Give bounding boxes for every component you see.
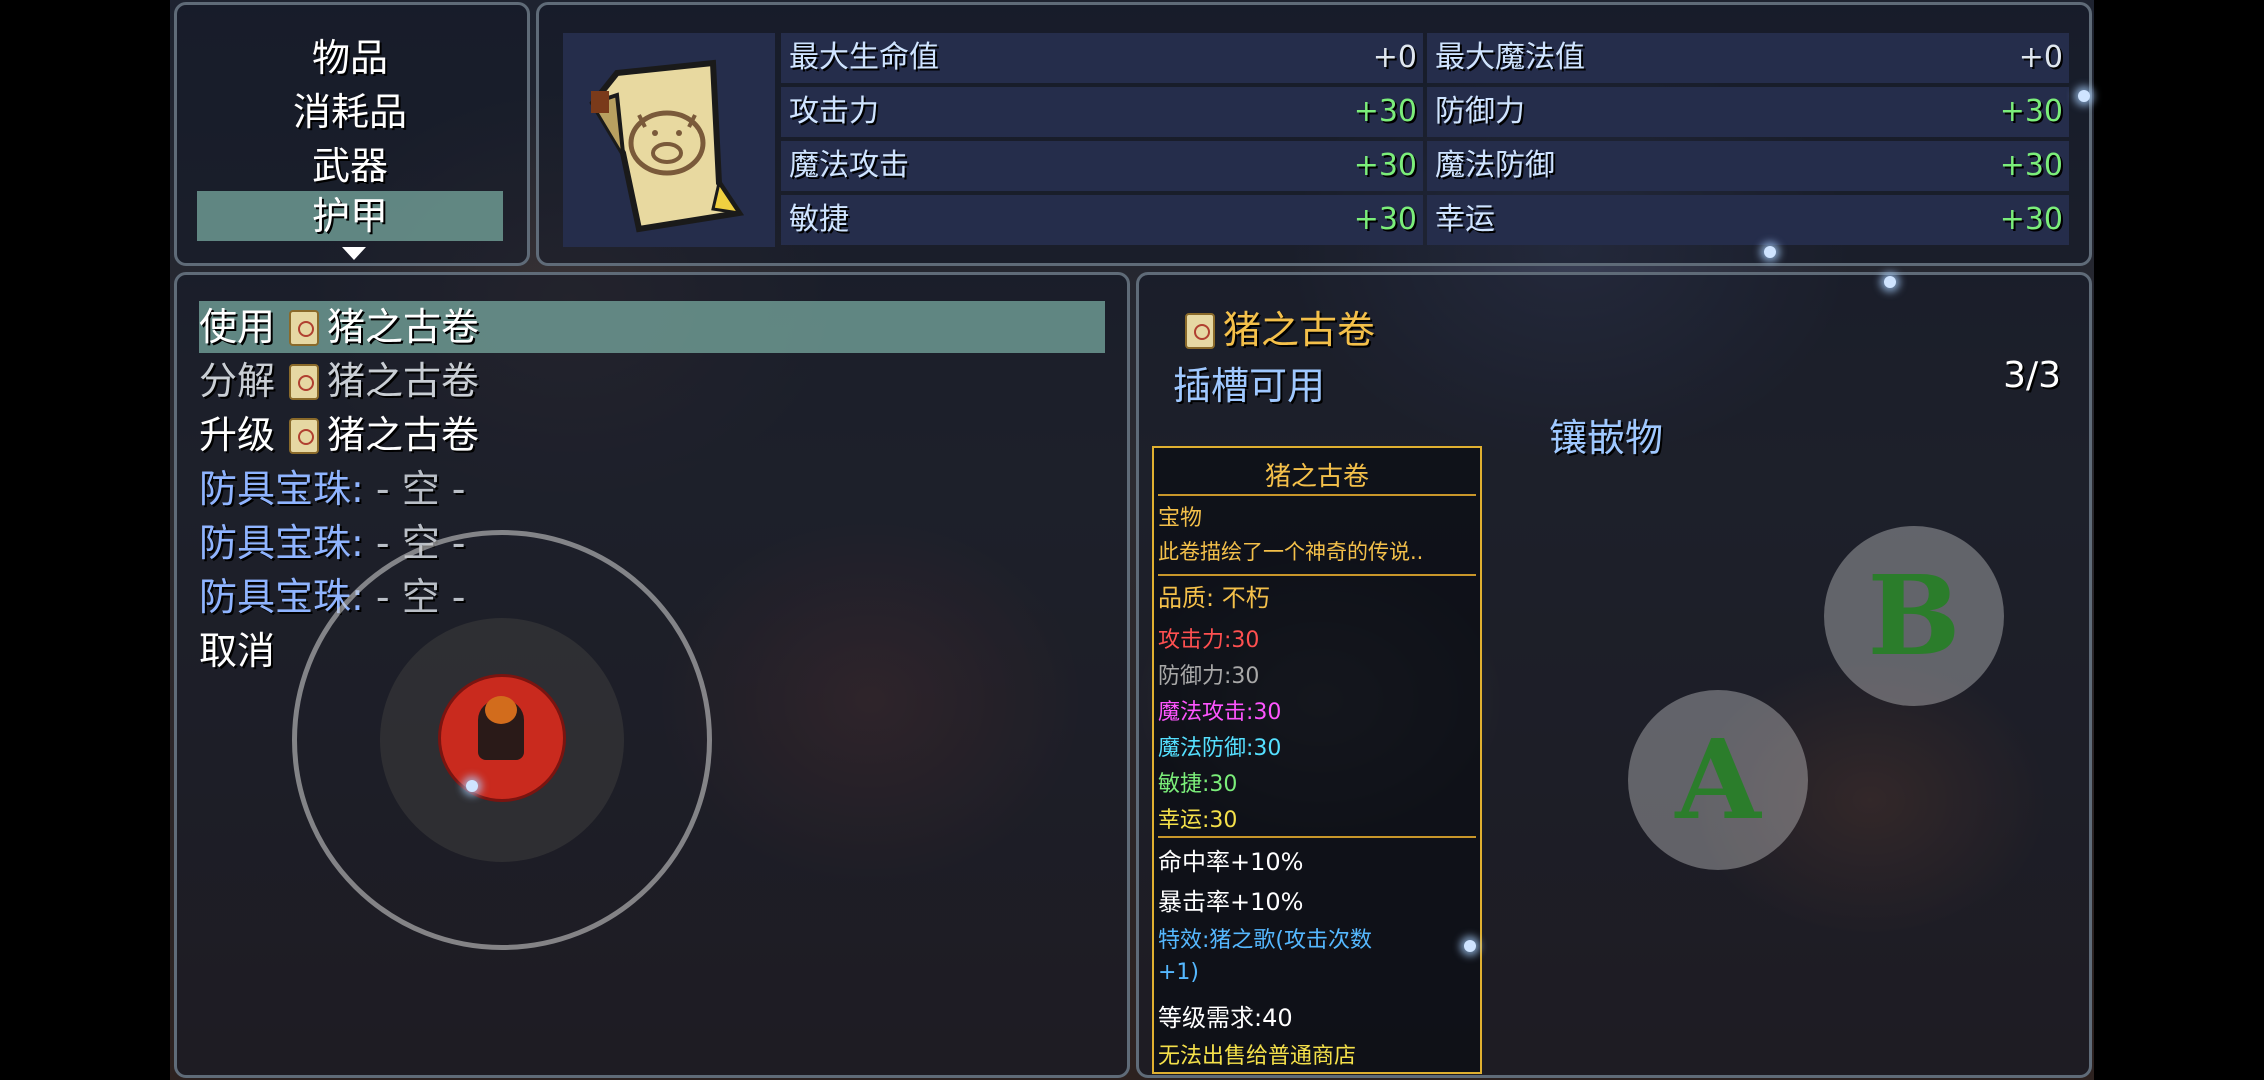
command-verb: 升级: [199, 413, 276, 457]
item-tooltip: 猪之古卷 宝物 此卷描绘了一个神奇的传说.. 品质: 不朽 攻击力:30 防御力…: [1152, 446, 1482, 1074]
stat-magic-attack: 魔法攻击 +30: [781, 141, 1423, 191]
tooltip-level-requirement: 等级需求:40: [1158, 1004, 1293, 1032]
player-character-icon: [478, 696, 524, 760]
tooltip-stat-magic-defense: 魔法防御:30: [1158, 736, 1282, 761]
stat-value: +30: [1999, 202, 2063, 237]
command-item-name: 猪之古卷: [327, 413, 480, 457]
gem-slot-label: 防具宝珠:: [199, 467, 364, 511]
stat-magic-defense: 魔法防御 +30: [1427, 141, 2069, 191]
stat-label: 最大魔法值: [1435, 40, 1585, 75]
stat-value: +30: [1999, 148, 2063, 183]
detail-item-title: 猪之古卷: [1185, 299, 1375, 354]
cancel-label: 取消: [199, 629, 276, 673]
category-consumables[interactable]: 消耗品: [197, 87, 503, 137]
tooltip-type: 宝物: [1158, 506, 1203, 531]
category-armor[interactable]: 护甲: [197, 191, 503, 241]
scroll-icon: [289, 364, 320, 400]
gem-slot-1[interactable]: 防具宝珠: - 空 -: [199, 463, 1079, 515]
b-button[interactable]: B: [1824, 526, 2004, 706]
category-weapons[interactable]: 武器: [197, 141, 503, 191]
slots-count: 3/3: [2003, 355, 2061, 396]
stat-value: +30: [1999, 94, 2063, 129]
scroll-down-arrow-icon[interactable]: [342, 247, 366, 260]
sparkle-effect: [1464, 940, 1476, 952]
stat-value: +30: [1353, 148, 1417, 183]
stat-defense: 防御力 +30: [1427, 87, 2069, 137]
command-verb: 使用: [199, 305, 276, 349]
sparkle-effect: [2078, 90, 2090, 102]
sparkle-effect: [466, 780, 478, 792]
stat-label: 最大生命值: [789, 40, 939, 75]
tooltip-no-sell: 无法出售给普通商店: [1158, 1044, 1357, 1069]
stat-label: 敏捷: [789, 202, 849, 237]
tooltip-title: 猪之古卷: [1264, 462, 1369, 492]
scroll-icon: [1185, 313, 1215, 349]
a-button[interactable]: A: [1628, 690, 1808, 870]
tooltip-stat-defense: 防御力:30: [1158, 664, 1260, 689]
upgrade-command[interactable]: 升级 猪之古卷: [199, 409, 1079, 461]
category-window: 物品 消耗品 武器 护甲: [174, 2, 530, 266]
stat-label: 魔法攻击: [789, 148, 909, 183]
tooltip-special-line-1: 特效:猪之歌(攻击次数: [1158, 928, 1372, 953]
stat-value: +0: [1372, 40, 1417, 75]
tooltip-divider: [1158, 494, 1476, 496]
tooltip-stat-agility: 敏捷:30: [1158, 772, 1238, 797]
inlay-label: 镶嵌物: [1549, 416, 1664, 460]
stat-max-mp: 最大魔法值 +0: [1427, 33, 2069, 83]
tooltip-description: 此卷描绘了一个神奇的传说..: [1158, 540, 1424, 564]
tooltip-divider: [1158, 836, 1476, 838]
stat-max-hp: 最大生命值 +0: [781, 33, 1423, 83]
item-icon-box: [563, 33, 775, 247]
stat-label: 防御力: [1435, 94, 1525, 129]
scroll-icon: [289, 418, 320, 454]
stat-agility: 敏捷 +30: [781, 195, 1423, 245]
command-item-name: 猪之古卷: [327, 305, 480, 349]
status-window: 最大生命值 +0 最大魔法值 +0 攻击力 +30 防御力 +30 魔法攻击 +…: [536, 2, 2092, 266]
category-items[interactable]: 物品: [197, 33, 503, 83]
tooltip-hit-rate: 命中率+10%: [1158, 848, 1304, 876]
gem-slot-label: 防具宝珠:: [199, 521, 364, 565]
decompose-command[interactable]: 分解 猪之古卷: [199, 355, 1079, 407]
tooltip-crit-rate: 暴击率+10%: [1158, 888, 1304, 916]
stat-label: 攻击力: [789, 94, 879, 129]
tooltip-stat-luck: 幸运:30: [1158, 808, 1238, 833]
gem-slot-value: - 空 -: [375, 467, 466, 511]
stat-label: 魔法防御: [1435, 148, 1555, 183]
tooltip-divider: [1158, 574, 1476, 576]
scroll-icon: [289, 310, 320, 346]
tooltip-special-line-2: +1): [1158, 960, 1200, 985]
tooltip-quality: 品质: 不朽: [1158, 584, 1270, 612]
stat-luck: 幸运 +30: [1427, 195, 2069, 245]
command-verb: 分解: [199, 359, 276, 403]
sparkle-effect: [1764, 246, 1776, 258]
pig-scroll-icon: [589, 59, 745, 233]
gem-slot-2[interactable]: 防具宝珠: - 空 -: [199, 517, 1079, 569]
stat-value: +30: [1353, 94, 1417, 129]
stat-attack: 攻击力 +30: [781, 87, 1423, 137]
use-command[interactable]: 使用 猪之古卷: [199, 301, 1105, 353]
stat-value: +0: [2018, 40, 2063, 75]
slots-available-label: 插槽可用: [1173, 364, 1326, 408]
detail-item-name: 猪之古卷: [1223, 308, 1376, 352]
tooltip-stat-magic-attack: 魔法攻击:30: [1158, 700, 1282, 725]
sparkle-effect: [1884, 276, 1896, 288]
stat-label: 幸运: [1435, 202, 1495, 237]
tooltip-stat-attack: 攻击力:30: [1158, 628, 1260, 653]
stat-value: +30: [1353, 202, 1417, 237]
command-item-name: 猪之古卷: [327, 359, 480, 403]
